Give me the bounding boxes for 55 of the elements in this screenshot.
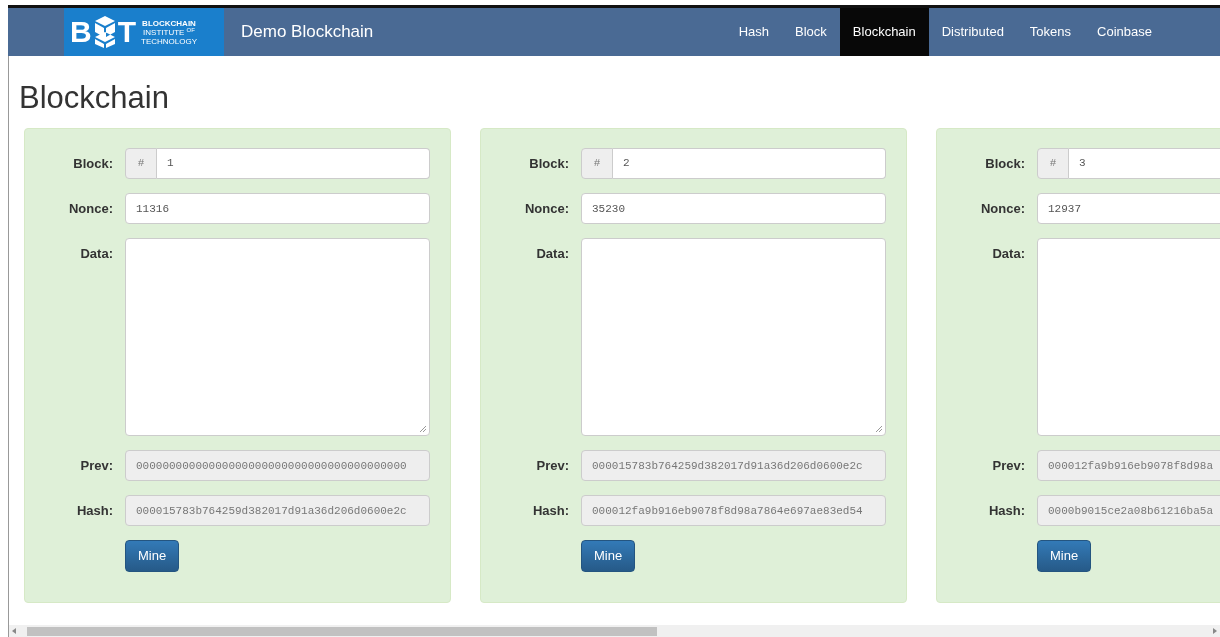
logo-text: TECHNOLOGY (141, 36, 197, 46)
brand-title[interactable]: Demo Blockchain (241, 19, 374, 45)
nav-link[interactable]: Block (782, 8, 840, 56)
nonce-field[interactable]: 35230 (581, 193, 886, 224)
nav-link[interactable]: Coinbase (1084, 8, 1165, 56)
field-label: Prev: (991, 457, 1025, 475)
field-label: Data: (79, 245, 113, 263)
field-label: Hash: (987, 502, 1025, 520)
field-label: Nonce: (523, 200, 569, 218)
field-label: Block: (72, 155, 113, 173)
mine-button[interactable]: Mine (125, 540, 180, 572)
field-label: Hash: (531, 502, 569, 520)
scrollbar-thumb[interactable] (27, 626, 657, 636)
field-label: Prev: (79, 457, 113, 475)
logo-letter: B (70, 17, 92, 47)
hash-field[interactable]: 0000b9015ce2a08b61216ba5a (1037, 495, 1220, 526)
nonce-field[interactable]: 11316 (125, 193, 430, 224)
nav-link[interactable]: Blockchain (839, 8, 929, 56)
mine-button[interactable]: Mine (1037, 540, 1092, 572)
block-number-field[interactable]: 3 (1069, 148, 1220, 179)
field-label: Data: (535, 245, 569, 263)
field-label: Block: (984, 155, 1025, 173)
field-label: Hash: (75, 502, 113, 520)
nav-link[interactable]: Tokens (1016, 8, 1085, 56)
field-label: Prev: (535, 457, 569, 475)
field-label: Nonce: (979, 200, 1025, 218)
hash-sign-addon: # (125, 148, 157, 179)
prev-hash-field[interactable]: 000012fa9b916eb9078f8d98a (1037, 450, 1220, 481)
field-label: Block: (528, 155, 569, 173)
logo-letter: T (117, 17, 136, 47)
block-number-field[interactable]: 1 (157, 148, 430, 179)
hash-sign-addon: # (581, 148, 613, 179)
page-title: Blockchain (19, 79, 170, 117)
scroll-left-icon[interactable] (12, 628, 17, 634)
prev-hash-field[interactable]: 00000000000000000000000000000000000000000 (125, 450, 430, 481)
nav-link[interactable]: Hash (725, 8, 783, 56)
logo-text: INSTITUTE $^{OF}$ (143, 27, 195, 37)
hash-field[interactable]: 000015783b764259d382017d91a36d206d0600e2c (125, 495, 430, 526)
hash-field[interactable]: 000012fa9b916eb9078f8d98a7864e697ae83ed54 (581, 495, 886, 526)
cube-icon (93, 15, 116, 49)
data-textarea[interactable] (125, 238, 430, 436)
block-number-field[interactable]: 2 (613, 148, 886, 179)
field-label: Nonce: (67, 200, 113, 218)
data-textarea[interactable] (581, 238, 886, 436)
logo-text: BLOCKCHAIN (142, 18, 196, 28)
prev-hash-field[interactable]: 000015783b764259d382017d91a36d206d0600e2c (581, 450, 886, 481)
scroll-right-icon[interactable] (1212, 628, 1217, 634)
resize-grip-icon (419, 425, 427, 433)
resize-grip-icon (875, 425, 883, 433)
horizontal-scrollbar[interactable] (9, 625, 1220, 637)
nonce-field[interactable]: 12937 (1037, 193, 1220, 224)
nav-link[interactable]: Distributed (928, 8, 1017, 56)
hash-sign-addon: # (1037, 148, 1069, 179)
field-label: Data: (991, 245, 1025, 263)
mine-button[interactable]: Mine (581, 540, 636, 572)
